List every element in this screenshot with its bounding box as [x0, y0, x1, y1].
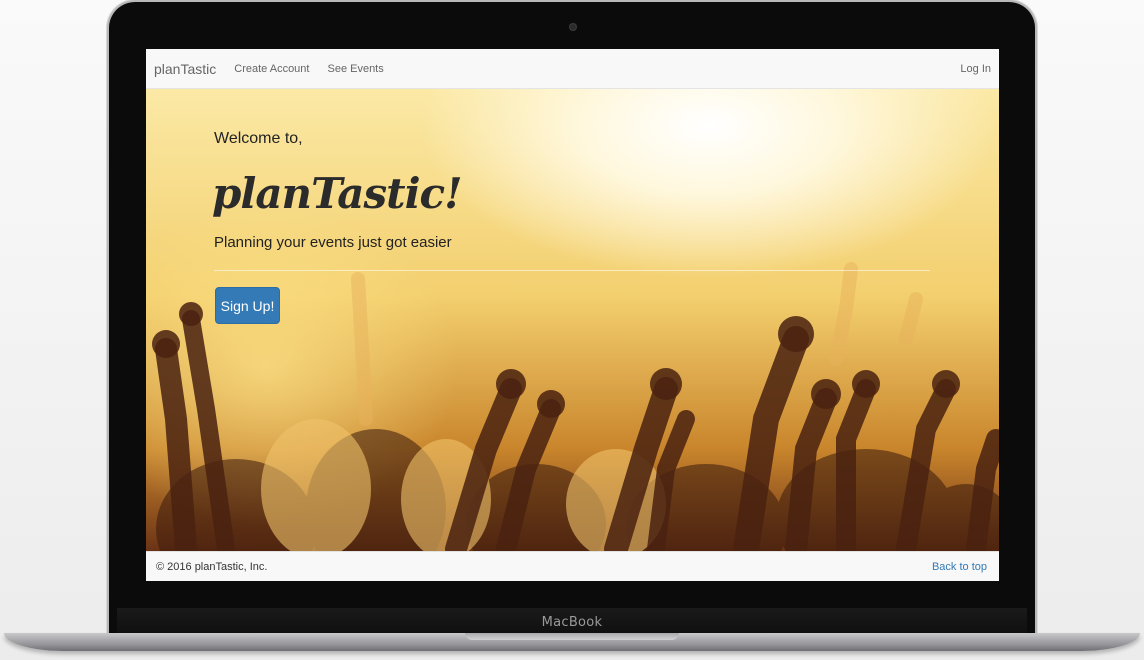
camera-icon: [569, 23, 577, 31]
nav-create-account[interactable]: Create Account: [234, 63, 309, 75]
welcome-text: Welcome to,: [214, 130, 303, 147]
footer: © 2016 planTastic, Inc. Back to top: [146, 551, 999, 581]
hero-tagline: Planning your events just got easier: [214, 234, 452, 251]
nav-see-events[interactable]: See Events: [327, 63, 383, 75]
hero-title: planTastic!: [212, 169, 463, 218]
brand-link[interactable]: planTastic: [154, 61, 216, 77]
laptop-hinge-notch: [465, 633, 679, 640]
browser-screen: planTastic Create Account See Events Log…: [146, 49, 999, 581]
hero-divider: [214, 270, 930, 271]
sign-up-button[interactable]: Sign Up!: [215, 287, 280, 324]
back-to-top-link[interactable]: Back to top: [932, 561, 987, 573]
laptop-chin: MacBook: [117, 608, 1027, 636]
hero-section: Welcome to, planTastic! Planning your ev…: [146, 89, 999, 551]
nav-log-in[interactable]: Log In: [960, 63, 991, 75]
navbar: planTastic Create Account See Events Log…: [146, 49, 999, 89]
device-label: MacBook: [541, 614, 603, 630]
copyright-text: © 2016 planTastic, Inc.: [156, 561, 268, 573]
